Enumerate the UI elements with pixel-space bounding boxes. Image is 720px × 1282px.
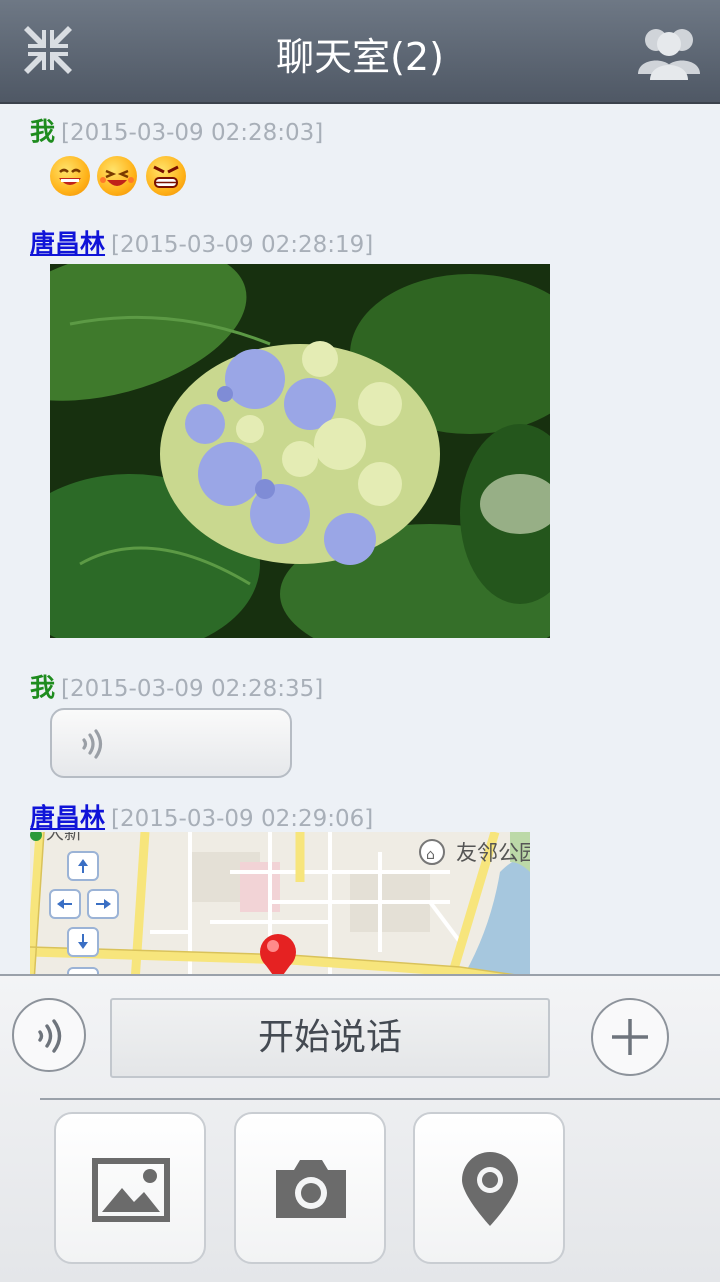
- map-poi-label: 友邻公园: [456, 841, 530, 865]
- voice-wave-icon: [34, 1018, 68, 1058]
- message-header: 唐昌林 [2015-03-09 02:28:19]: [30, 224, 373, 260]
- start-talking-button[interactable]: 开始说话: [110, 998, 550, 1078]
- more-options-button[interactable]: [591, 998, 669, 1076]
- sender-name-link[interactable]: 唐昌林: [30, 229, 105, 258]
- map-top-label: 大新: [46, 832, 82, 844]
- chat-room-title: 聊天室(2): [276, 35, 444, 79]
- shared-photo[interactable]: [50, 264, 550, 638]
- sender-name: 我: [30, 117, 56, 146]
- group-members-icon[interactable]: [636, 22, 702, 82]
- grin-emoji-icon: [50, 156, 90, 196]
- voice-mode-button[interactable]: [12, 998, 86, 1072]
- sender-name: 我: [30, 673, 56, 702]
- message-timestamp: [2015-03-09 02:28:19]: [111, 232, 374, 258]
- message-timestamp: [2015-03-09 02:29:06]: [111, 806, 374, 832]
- message-timestamp: [2015-03-09 02:28:35]: [61, 676, 324, 702]
- map-pan-left-button[interactable]: [49, 889, 81, 919]
- camera-icon: [272, 1156, 350, 1226]
- panel-divider: [40, 1098, 720, 1100]
- svg-text:⌂: ⌂: [426, 847, 435, 863]
- laugh-emoji-icon: [97, 156, 137, 196]
- voice-wave-icon: [78, 728, 108, 764]
- location-map[interactable]: 大新 ⌂ 友邻公园: [30, 832, 530, 974]
- message-header: 我 [2015-03-09 02:28:03]: [30, 112, 323, 148]
- message-timestamp: [2015-03-09 02:28:03]: [61, 120, 324, 146]
- send-image-button[interactable]: [54, 1112, 206, 1264]
- map-pan-down-button[interactable]: [67, 927, 99, 957]
- map-pan-right-button[interactable]: [87, 889, 119, 919]
- plus-icon: [608, 1015, 652, 1063]
- message-list[interactable]: 我 [2015-03-09 02:28:03] 唐昌林 [2015-03-09 02…: [0, 104, 720, 974]
- map-pan-up-button[interactable]: [67, 851, 99, 881]
- top-bar: 聊天室(2): [0, 0, 720, 104]
- take-photo-button[interactable]: [234, 1112, 386, 1264]
- sender-name-link[interactable]: 唐昌林: [30, 803, 105, 832]
- voice-message-bubble[interactable]: [50, 708, 292, 778]
- send-location-button[interactable]: [413, 1112, 565, 1264]
- message-header: 我 [2015-03-09 02:28:35]: [30, 668, 323, 704]
- message-header: 唐昌林 [2015-03-09 02:29:06]: [30, 798, 373, 834]
- input-panel: 开始说话: [0, 974, 720, 1282]
- angry-emoji-icon: [146, 156, 186, 196]
- location-pin-icon: [460, 1152, 520, 1232]
- image-icon: [92, 1158, 170, 1226]
